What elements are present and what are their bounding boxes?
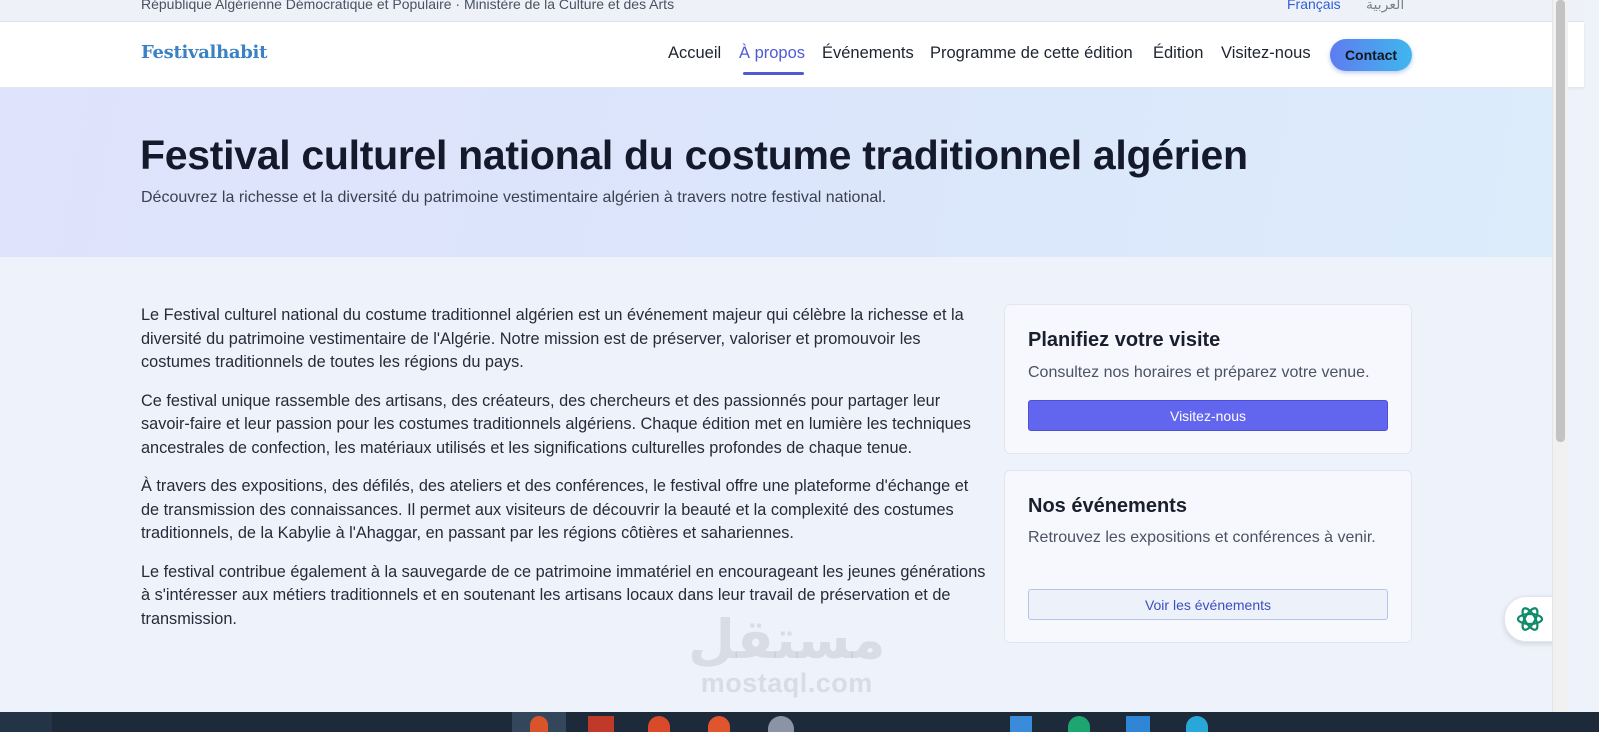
taskbar-app-icon[interactable] xyxy=(648,716,670,732)
watermark: مستقل mostaql.com xyxy=(688,612,886,698)
view-events-button[interactable]: Voir les événements xyxy=(1028,589,1388,620)
brand-logo[interactable]: Festivalhabit xyxy=(141,42,267,63)
taskbar-app-icon[interactable] xyxy=(1126,716,1150,732)
hero-banner: Festival culturel national du costume tr… xyxy=(0,88,1552,257)
nav-link-a-propos[interactable]: À propos xyxy=(739,44,805,63)
visit-card-description: Consultez nos horaires et préparez votre… xyxy=(1028,364,1370,381)
about-content: Le Festival culturel national du costume… xyxy=(141,304,986,646)
about-paragraph: Ce festival unique rassemble des artisan… xyxy=(141,391,971,457)
events-card-description: Retrouvez les expositions et conférences… xyxy=(1028,529,1376,546)
visit-button[interactable]: Visitez-nous xyxy=(1028,400,1388,431)
about-paragraph: Le Festival culturel national du costume… xyxy=(141,306,964,371)
watermark-arabic: مستقل xyxy=(688,610,886,670)
nav-link-evenements[interactable]: Événements xyxy=(822,44,914,63)
visit-card-title: Planifiez votre visite xyxy=(1028,329,1221,351)
page-scrollbar-thumb[interactable] xyxy=(1556,0,1565,442)
nav-link-programme[interactable]: Programme de cette édition xyxy=(930,44,1133,63)
contact-button[interactable]: Contact xyxy=(1330,39,1412,71)
taskbar-app-icon[interactable] xyxy=(530,716,548,732)
os-taskbar xyxy=(0,712,1599,732)
top-info-bar: République Algérienne Démocratique et Po… xyxy=(0,0,1584,22)
language-french-link[interactable]: Français xyxy=(1287,0,1341,12)
taskbar-app-icon[interactable] xyxy=(1010,716,1032,732)
nav-link-edition[interactable]: Édition xyxy=(1153,44,1203,63)
active-nav-indicator xyxy=(743,72,804,75)
nav-link-visitez-nous[interactable]: Visitez-nous xyxy=(1221,44,1311,63)
events-card: Nos événements Retrouvez les expositions… xyxy=(1004,470,1412,643)
taskbar-app-icon[interactable] xyxy=(1186,716,1208,732)
assistant-button[interactable] xyxy=(1504,596,1556,642)
taskbar-app-icon[interactable] xyxy=(1068,716,1090,732)
taskbar-start[interactable] xyxy=(0,712,52,732)
main-navbar: Festivalhabit Accueil À propos Événement… xyxy=(0,22,1584,88)
language-arabic-link[interactable]: العربية xyxy=(1366,0,1404,13)
events-card-title: Nos événements xyxy=(1028,495,1187,517)
visit-card: Planifiez votre visite Consultez nos hor… xyxy=(1004,304,1412,454)
taskbar-app-icon[interactable] xyxy=(708,716,730,732)
page-title: Festival culturel national du costume tr… xyxy=(140,132,1248,178)
taskbar-app-icon[interactable] xyxy=(768,716,794,732)
nav-link-accueil[interactable]: Accueil xyxy=(668,44,721,63)
ai-assistant-icon xyxy=(1516,607,1544,631)
taskbar-app-icon[interactable] xyxy=(588,716,614,732)
page-subtitle: Découvrez la richesse et la diversité du… xyxy=(141,189,887,206)
watermark-latin: mostaql.com xyxy=(700,668,873,698)
about-paragraph: À travers des expositions, des défilés, … xyxy=(141,477,969,542)
government-text: République Algérienne Démocratique et Po… xyxy=(141,0,675,12)
